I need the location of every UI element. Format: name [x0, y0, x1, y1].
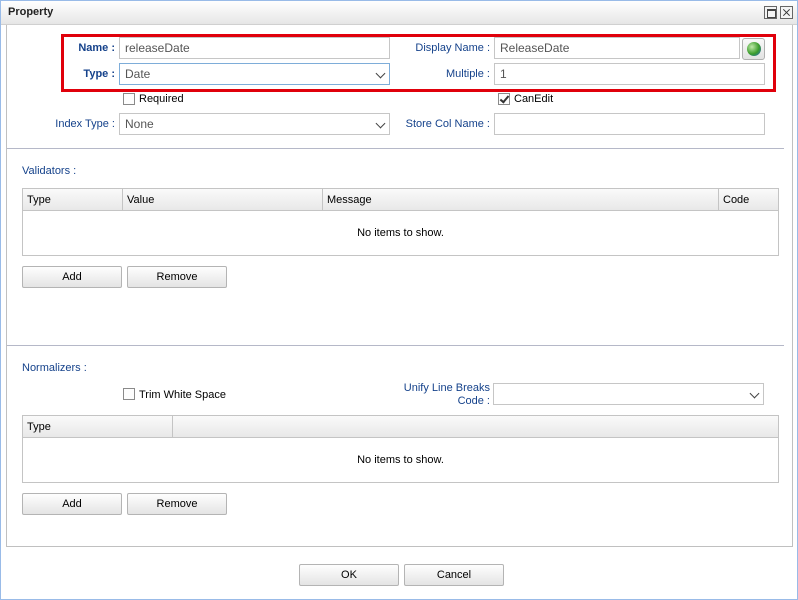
type-select[interactable]: Date [119, 63, 390, 85]
normalizers-title: Normalizers : [22, 362, 87, 374]
column-header-blank [173, 416, 778, 438]
property-dialog: Property Name : releaseDate Display Name… [0, 0, 798, 600]
validators-empty-message: No items to show. [357, 227, 444, 239]
column-header-value[interactable]: Value [123, 189, 323, 211]
maximize-icon[interactable] [764, 6, 777, 19]
display-name-label: Display Name : [415, 42, 490, 54]
column-header-type[interactable]: Type [23, 416, 173, 438]
trim-white-space-label: Trim White Space [139, 389, 227, 401]
normalizers-add-button[interactable]: Add [22, 493, 122, 515]
normalizers-grid: Type No items to show. [22, 415, 779, 483]
type-select-value: Date [125, 67, 151, 81]
required-label: Required [139, 93, 184, 105]
title-bar[interactable]: Property [1, 1, 797, 25]
column-header-type[interactable]: Type [23, 189, 123, 211]
divider [7, 345, 784, 346]
index-type-value: None [125, 117, 154, 131]
ok-button[interactable]: OK [299, 564, 399, 586]
column-header-message[interactable]: Message [323, 189, 719, 211]
globe-icon[interactable] [742, 38, 765, 60]
validators-grid-header: Type Value Message Code [23, 189, 778, 211]
unify-line-breaks-label: Unify Line Breaks [403, 382, 490, 394]
index-type-label: Index Type : [55, 118, 115, 130]
divider [7, 148, 784, 149]
close-icon[interactable] [780, 6, 793, 19]
normalizers-grid-header: Type [23, 416, 778, 438]
unify-line-breaks-select[interactable] [493, 383, 764, 405]
validators-grid: Type Value Message Code No items to show… [22, 188, 779, 256]
normalizers-empty-message: No items to show. [357, 454, 444, 466]
type-label: Type : [83, 68, 115, 80]
validators-add-button[interactable]: Add [22, 266, 122, 288]
unify-line-breaks-label-code: Code : [457, 395, 490, 407]
can-edit-label: CanEdit [514, 93, 554, 105]
index-type-select[interactable]: None [119, 113, 390, 135]
multiple-field[interactable]: 1 [494, 63, 765, 85]
validators-title: Validators : [22, 165, 77, 177]
trim-white-space-checkbox[interactable] [123, 388, 135, 400]
column-header-code[interactable]: Code [719, 189, 778, 211]
name-field[interactable]: releaseDate [119, 37, 390, 59]
normalizers-remove-button[interactable]: Remove [127, 493, 227, 515]
multiple-label: Multiple : [445, 68, 490, 80]
store-col-name-label: Store Col Name : [405, 118, 490, 130]
display-name-field[interactable]: ReleaseDate [494, 37, 740, 59]
dialog-title: Property [8, 6, 54, 18]
validators-remove-button[interactable]: Remove [127, 266, 227, 288]
cancel-button[interactable]: Cancel [404, 564, 504, 586]
can-edit-checkbox[interactable] [498, 93, 510, 105]
store-col-name-field[interactable] [494, 113, 765, 135]
chevron-down-icon[interactable] [749, 388, 760, 399]
required-checkbox[interactable] [123, 93, 135, 105]
name-label: Name : [78, 42, 115, 54]
